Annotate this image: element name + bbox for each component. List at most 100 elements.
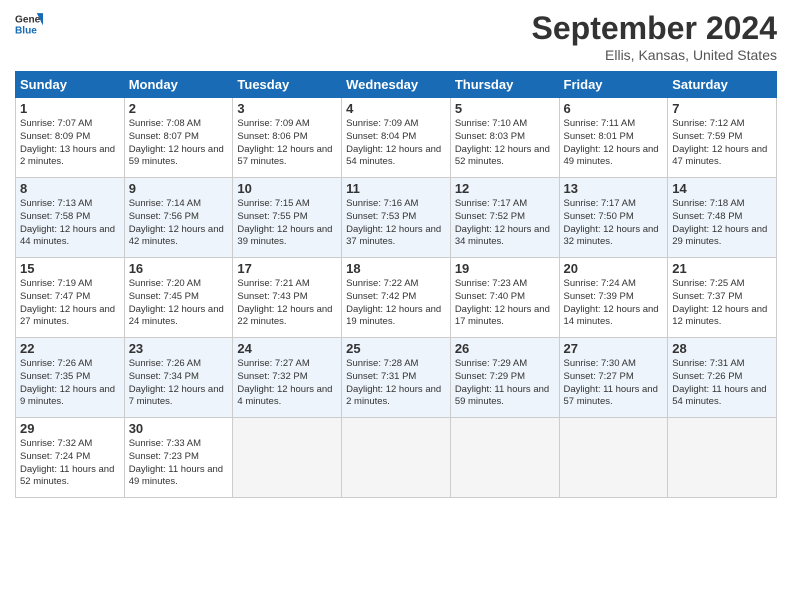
calendar-cell	[668, 418, 777, 498]
day-detail: Sunrise: 7:17 AM Sunset: 7:52 PM Dayligh…	[455, 198, 555, 249]
title-area: September 2024 Ellis, Kansas, United Sta…	[532, 10, 777, 63]
day-detail: Sunrise: 7:14 AM Sunset: 7:56 PM Dayligh…	[129, 198, 229, 249]
col-header-tuesday: Tuesday	[233, 72, 342, 98]
day-detail: Sunrise: 7:26 AM Sunset: 7:34 PM Dayligh…	[129, 358, 229, 409]
col-header-friday: Friday	[559, 72, 668, 98]
day-number: 16	[129, 261, 229, 276]
day-detail: Sunrise: 7:09 AM Sunset: 8:04 PM Dayligh…	[346, 118, 446, 169]
calendar-cell	[450, 418, 559, 498]
day-number: 2	[129, 101, 229, 116]
day-detail: Sunrise: 7:10 AM Sunset: 8:03 PM Dayligh…	[455, 118, 555, 169]
day-number: 21	[672, 261, 772, 276]
day-detail: Sunrise: 7:25 AM Sunset: 7:37 PM Dayligh…	[672, 278, 772, 329]
day-detail: Sunrise: 7:28 AM Sunset: 7:31 PM Dayligh…	[346, 358, 446, 409]
calendar-cell: 27 Sunrise: 7:30 AM Sunset: 7:27 PM Dayli…	[559, 338, 668, 418]
calendar-cell: 6 Sunrise: 7:11 AM Sunset: 8:01 PM Daylig…	[559, 98, 668, 178]
day-detail: Sunrise: 7:09 AM Sunset: 8:06 PM Dayligh…	[237, 118, 337, 169]
day-number: 15	[20, 261, 120, 276]
day-detail: Sunrise: 7:15 AM Sunset: 7:55 PM Dayligh…	[237, 198, 337, 249]
calendar-cell: 22Sunrise: 7:26 AM Sunset: 7:35 PM Dayli…	[16, 338, 125, 418]
day-detail: Sunrise: 7:11 AM Sunset: 8:01 PM Dayligh…	[564, 118, 664, 169]
day-number: 20	[564, 261, 664, 276]
day-number: 28	[672, 341, 772, 356]
day-detail: Sunrise: 7:08 AM Sunset: 8:07 PM Dayligh…	[129, 118, 229, 169]
calendar-container: General Blue September 2024 Ellis, Kansa…	[0, 0, 792, 508]
calendar-cell: 1Sunrise: 7:07 AM Sunset: 8:09 PM Daylig…	[16, 98, 125, 178]
month-title: September 2024	[532, 10, 777, 47]
day-number: 17	[237, 261, 337, 276]
day-number: 6	[564, 101, 664, 116]
calendar-cell: 14Sunrise: 7:18 AM Sunset: 7:48 PM Dayli…	[668, 178, 777, 258]
day-detail: Sunrise: 7:19 AM Sunset: 7:47 PM Dayligh…	[20, 278, 120, 329]
calendar-cell: 15 Sunrise: 7:19 AM Sunset: 7:47 PM Dayli…	[16, 258, 125, 338]
day-detail: Sunrise: 7:27 AM Sunset: 7:32 PM Dayligh…	[237, 358, 337, 409]
day-detail: Sunrise: 7:24 AM Sunset: 7:39 PM Dayligh…	[564, 278, 664, 329]
calendar-cell: 29 Sunrise: 7:32 AM Sunset: 7:24 PM Dayli…	[16, 418, 125, 498]
week-row-2: 8 Sunrise: 7:13 AM Sunset: 7:58 PM Daylig…	[16, 178, 777, 258]
day-number: 1	[20, 101, 120, 116]
day-detail: Sunrise: 7:33 AM Sunset: 7:23 PM Dayligh…	[129, 438, 229, 489]
day-number: 26	[455, 341, 555, 356]
day-number: 24	[237, 341, 337, 356]
calendar-cell: 10 Sunrise: 7:15 AM Sunset: 7:55 PM Dayli…	[233, 178, 342, 258]
day-number: 7	[672, 101, 772, 116]
header-row: SundayMondayTuesdayWednesdayThursdayFrid…	[16, 72, 777, 98]
week-row-3: 15 Sunrise: 7:19 AM Sunset: 7:47 PM Dayli…	[16, 258, 777, 338]
logo-icon: General Blue	[15, 10, 43, 38]
calendar-table: SundayMondayTuesdayWednesdayThursdayFrid…	[15, 71, 777, 498]
calendar-cell: 11Sunrise: 7:16 AM Sunset: 7:53 PM Dayli…	[342, 178, 451, 258]
day-number: 29	[20, 421, 120, 436]
calendar-cell: 7Sunrise: 7:12 AM Sunset: 7:59 PM Daylig…	[668, 98, 777, 178]
calendar-cell	[559, 418, 668, 498]
calendar-cell: 25 Sunrise: 7:28 AM Sunset: 7:31 PM Dayli…	[342, 338, 451, 418]
day-number: 4	[346, 101, 446, 116]
day-number: 11	[346, 181, 446, 196]
calendar-cell: 2 Sunrise: 7:08 AM Sunset: 8:07 PM Daylig…	[124, 98, 233, 178]
day-number: 8	[20, 181, 120, 196]
location: Ellis, Kansas, United States	[532, 47, 777, 63]
calendar-cell: 3 Sunrise: 7:09 AM Sunset: 8:06 PM Daylig…	[233, 98, 342, 178]
day-detail: Sunrise: 7:23 AM Sunset: 7:40 PM Dayligh…	[455, 278, 555, 329]
svg-text:Blue: Blue	[15, 25, 37, 36]
week-row-5: 29 Sunrise: 7:32 AM Sunset: 7:24 PM Dayli…	[16, 418, 777, 498]
header: General Blue September 2024 Ellis, Kansa…	[15, 10, 777, 63]
day-number: 12	[455, 181, 555, 196]
calendar-cell: 23 Sunrise: 7:26 AM Sunset: 7:34 PM Dayli…	[124, 338, 233, 418]
calendar-cell: 13 Sunrise: 7:17 AM Sunset: 7:50 PM Dayli…	[559, 178, 668, 258]
day-detail: Sunrise: 7:30 AM Sunset: 7:27 PM Dayligh…	[564, 358, 664, 409]
calendar-cell: 18Sunrise: 7:22 AM Sunset: 7:42 PM Dayli…	[342, 258, 451, 338]
day-number: 23	[129, 341, 229, 356]
calendar-cell	[233, 418, 342, 498]
calendar-cell: 20 Sunrise: 7:24 AM Sunset: 7:39 PM Dayli…	[559, 258, 668, 338]
day-detail: Sunrise: 7:21 AM Sunset: 7:43 PM Dayligh…	[237, 278, 337, 329]
day-detail: Sunrise: 7:20 AM Sunset: 7:45 PM Dayligh…	[129, 278, 229, 329]
day-number: 5	[455, 101, 555, 116]
col-header-sunday: Sunday	[16, 72, 125, 98]
week-row-1: 1Sunrise: 7:07 AM Sunset: 8:09 PM Daylig…	[16, 98, 777, 178]
calendar-cell	[342, 418, 451, 498]
day-number: 30	[129, 421, 229, 436]
calendar-cell: 8 Sunrise: 7:13 AM Sunset: 7:58 PM Daylig…	[16, 178, 125, 258]
day-detail: Sunrise: 7:32 AM Sunset: 7:24 PM Dayligh…	[20, 438, 120, 489]
calendar-cell: 12 Sunrise: 7:17 AM Sunset: 7:52 PM Dayli…	[450, 178, 559, 258]
day-number: 14	[672, 181, 772, 196]
day-number: 13	[564, 181, 664, 196]
day-number: 27	[564, 341, 664, 356]
day-number: 25	[346, 341, 446, 356]
day-detail: Sunrise: 7:17 AM Sunset: 7:50 PM Dayligh…	[564, 198, 664, 249]
day-number: 3	[237, 101, 337, 116]
day-number: 10	[237, 181, 337, 196]
col-header-monday: Monday	[124, 72, 233, 98]
col-header-thursday: Thursday	[450, 72, 559, 98]
day-detail: Sunrise: 7:13 AM Sunset: 7:58 PM Dayligh…	[20, 198, 120, 249]
day-number: 18	[346, 261, 446, 276]
calendar-cell: 9Sunrise: 7:14 AM Sunset: 7:56 PM Daylig…	[124, 178, 233, 258]
day-detail: Sunrise: 7:26 AM Sunset: 7:35 PM Dayligh…	[20, 358, 120, 409]
logo: General Blue	[15, 10, 43, 38]
calendar-cell: 26Sunrise: 7:29 AM Sunset: 7:29 PM Dayli…	[450, 338, 559, 418]
day-detail: Sunrise: 7:31 AM Sunset: 7:26 PM Dayligh…	[672, 358, 772, 409]
col-header-saturday: Saturday	[668, 72, 777, 98]
calendar-cell: 4 Sunrise: 7:09 AM Sunset: 8:04 PM Daylig…	[342, 98, 451, 178]
calendar-cell: 17 Sunrise: 7:21 AM Sunset: 7:43 PM Dayli…	[233, 258, 342, 338]
calendar-cell: 19Sunrise: 7:23 AM Sunset: 7:40 PM Dayli…	[450, 258, 559, 338]
